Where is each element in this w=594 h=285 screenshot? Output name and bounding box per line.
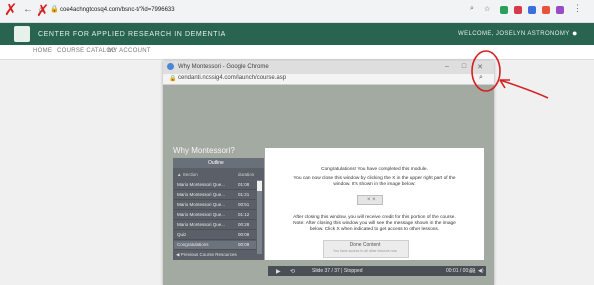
done-example-label: Done Content — [349, 242, 381, 248]
card-heading: Congratulations! You have completed this… — [321, 167, 428, 172]
site-title[interactable]: CENTER FOR APPLIED RESEARCH IN DEMENTIA — [38, 31, 226, 38]
outline-item-title[interactable]: Mario Montessori Que... — [177, 182, 225, 187]
done-example-subtext: You have access to all other lessons now — [333, 249, 397, 253]
extension-icon[interactable] — [500, 6, 508, 14]
sidebar-scrollbar[interactable] — [257, 180, 262, 254]
outline-item-duration: 01:21 — [238, 192, 250, 197]
close-button[interactable]: ✕ — [476, 63, 484, 71]
extension-icon[interactable] — [514, 6, 522, 14]
outline-item-duration: 01:12 — [238, 212, 250, 217]
chrome-icon — [167, 63, 174, 70]
zoom-icon[interactable]: ⌕ — [479, 74, 483, 82]
outline-item-duration: 00:28 — [238, 222, 250, 227]
profile-avatar[interactable] — [556, 6, 564, 14]
tab-outline[interactable]: Outline — [208, 160, 224, 166]
outline-item-title[interactable]: Quiz — [177, 232, 186, 237]
site-logo[interactable] — [14, 26, 30, 42]
lock-icon: 🔒 — [169, 76, 177, 82]
extension-icon[interactable] — [528, 6, 536, 14]
outline-item-duration: 00:09 — [238, 242, 250, 247]
card-text: window. It's shown in the image below: — [333, 182, 416, 187]
outline-header-duration: duration — [238, 172, 255, 177]
scrollbar-thumb[interactable] — [257, 181, 262, 191]
slide-counter: Slide 37 / 37 | Stopped — [312, 268, 363, 274]
outline-item-duration: 00:51 — [238, 202, 250, 207]
rewind-button[interactable]: ⟲ — [290, 268, 295, 275]
outline-item-title[interactable]: Congratulations — [177, 242, 209, 247]
card-text: below. Click X when indicated to get acc… — [309, 227, 440, 232]
outline-item-title[interactable]: Mario Montessori Que... — [177, 202, 225, 207]
annotation-x-mark: ✗ — [4, 0, 18, 19]
nav-my-account[interactable]: MY ACCOUNT — [108, 48, 151, 54]
outline-item-title[interactable]: Mario Montessori Que... — [177, 212, 225, 217]
more-menu-icon[interactable]: ⋮ — [573, 3, 582, 14]
maximize-button[interactable]: □ — [460, 63, 468, 70]
annotation-x-mark: ✗ — [36, 1, 50, 20]
captions-button[interactable]: CC — [469, 269, 476, 274]
close-example-label: × × — [367, 197, 376, 203]
address-bar[interactable]: coe4achngtcosq4.com/bsnc-t/?id=7996633 — [60, 4, 460, 17]
nav-home[interactable]: HOME — [33, 48, 52, 54]
outline-item-duration: 01:08 — [238, 182, 250, 187]
user-menu[interactable]: WELCOME, JOSELYN ASTRONOMY — [458, 31, 570, 37]
outline-header-title: ▲ Section — [177, 172, 198, 177]
close-example-image: × × — [357, 195, 383, 205]
outline-item-title[interactable]: Mario Montessori Que... — [177, 222, 225, 227]
lock-icon: 🔒 — [50, 6, 59, 13]
back-button[interactable]: ← — [22, 4, 34, 16]
popup-url[interactable]: cendanti.ncssig4.com/launch/course.asp — [178, 75, 286, 81]
sidebar-footer[interactable]: ◀ Previous Course Resources — [176, 252, 262, 259]
search-icon[interactable]: ⌕ — [470, 5, 474, 13]
extension-icon[interactable] — [542, 6, 550, 14]
play-button[interactable]: ▶ — [276, 268, 281, 275]
course-title: Why Montessori? — [173, 146, 235, 155]
user-icon[interactable]: ● — [572, 29, 581, 38]
star-icon[interactable]: ☆ — [484, 5, 490, 13]
minimize-button[interactable]: – — [443, 63, 451, 70]
outline-item-title[interactable]: Mario Montessori Que... — [177, 192, 225, 197]
outline-item-duration: 00:08 — [238, 232, 250, 237]
popup-title: Why Montessori - Google Chrome — [178, 64, 269, 70]
volume-icon[interactable]: ◀) — [478, 268, 484, 274]
